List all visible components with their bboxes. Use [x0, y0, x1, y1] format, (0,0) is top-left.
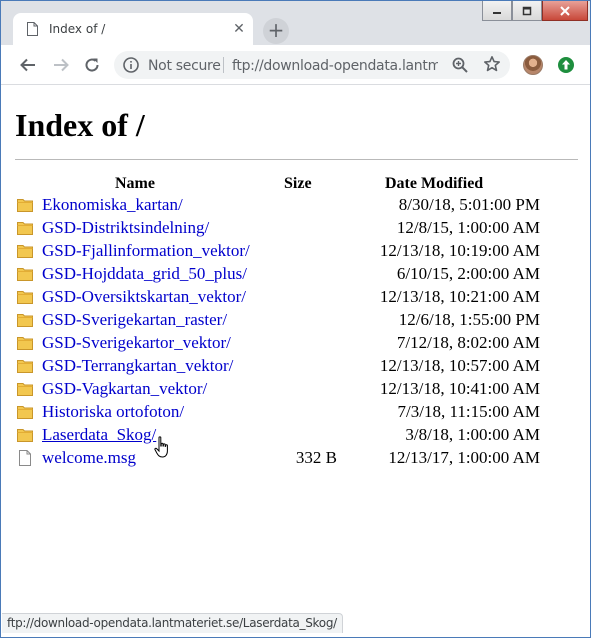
update-arrow-icon[interactable] [556, 55, 576, 75]
close-window-button[interactable] [542, 1, 588, 21]
entry-date: 12/13/18, 10:19:00 AM [379, 241, 540, 260]
new-tab-button[interactable]: + [263, 18, 289, 44]
close-tab-icon[interactable]: ✕ [232, 22, 246, 36]
entry-link[interactable]: Laserdata_Skog/ [42, 425, 156, 445]
tab-active[interactable]: Index of / ✕ [13, 13, 253, 45]
page-content: Index of / Name Size Date Modified Ekono… [1, 86, 590, 637]
profile-avatar[interactable] [523, 55, 543, 75]
list-item: GSD-Fjallinformation_vektor/12/13/18, 10… [15, 240, 555, 263]
folder-icon [17, 404, 33, 420]
entry-date: 7/3/18, 11:15:00 AM [397, 402, 540, 421]
divider [15, 159, 578, 160]
folder-icon [17, 197, 33, 213]
page-title: Index of / [15, 107, 145, 143]
list-item: welcome.msg 332 B 12/13/17, 1:00:00 AM [15, 447, 555, 470]
reload-icon [85, 58, 99, 72]
entry-date: 12/13/18, 10:21:00 AM [379, 287, 540, 306]
forward-arrow-icon [54, 58, 69, 72]
status-bar: ftp://download-opendata.lantmateriet.se/… [2, 613, 343, 633]
folder-icon [17, 358, 33, 374]
list-item: Laserdata_Skog/3/8/18, 1:00:00 AM [15, 424, 555, 447]
folder-icon [17, 243, 33, 259]
window-controls [482, 1, 588, 21]
entry-date: 12/6/18, 1:55:00 PM [398, 310, 540, 329]
divider [223, 57, 224, 73]
column-header-date[interactable]: Date Modified [385, 175, 483, 193]
entry-link[interactable]: GSD-Vagkartan_vektor/ [42, 379, 207, 399]
folder-icon [17, 427, 33, 443]
entry-size: 332 B [295, 448, 337, 467]
file-icon [17, 450, 33, 466]
address-bar[interactable]: Not secure ftp://download-opendata.lantm… [114, 51, 510, 79]
zoom-icon[interactable] [451, 56, 469, 74]
entry-date: 7/12/18, 8:02:00 AM [396, 333, 540, 352]
tab-strip: Index of / ✕ + [1, 1, 590, 45]
info-icon[interactable] [123, 57, 139, 73]
forward-button[interactable] [51, 55, 71, 75]
entry-link[interactable]: GSD-Terrangkartan_vektor/ [42, 356, 233, 376]
tab-title: Index of / [49, 22, 106, 36]
page-icon [27, 22, 38, 36]
reload-button[interactable] [82, 55, 102, 75]
list-item: Historiska ortofoton/7/3/18, 11:15:00 AM [15, 401, 555, 424]
entry-date: 6/10/15, 2:00:00 AM [396, 264, 540, 283]
list-item: GSD-Hojddata_grid_50_plus/6/10/15, 2:00:… [15, 263, 555, 286]
entry-link[interactable]: welcome.msg [42, 448, 136, 468]
list-item: GSD-Distriktsindelning/12/8/15, 1:00:00 … [15, 217, 555, 240]
list-item: GSD-Vagkartan_vektor/12/13/18, 10:41:00 … [15, 378, 555, 401]
entry-link[interactable]: GSD-Sverigekartan_raster/ [42, 310, 227, 330]
folder-icon [17, 381, 33, 397]
column-header-name[interactable]: Name [115, 175, 155, 193]
maximize-button[interactable] [512, 1, 542, 21]
entry-link[interactable]: GSD-Hojddata_grid_50_plus/ [42, 264, 247, 284]
folder-icon [17, 312, 33, 328]
list-item: GSD-Sverigekartan_raster/12/6/18, 1:55:0… [15, 309, 555, 332]
folder-icon [17, 335, 33, 351]
folder-icon [17, 289, 33, 305]
hand-cursor-icon [154, 436, 168, 458]
entry-date: 12/13/18, 10:41:00 AM [379, 379, 540, 398]
entry-link[interactable]: GSD-Fjallinformation_vektor/ [42, 241, 250, 261]
column-header-size[interactable]: Size [284, 175, 312, 193]
browser-toolbar: Not secure ftp://download-opendata.lantm… [1, 45, 590, 85]
url-text[interactable]: ftp://download-opendata.lantm... [232, 58, 438, 74]
entry-date: 12/13/17, 1:00:00 AM [388, 448, 540, 467]
bookmark-star-icon[interactable] [483, 55, 501, 73]
entry-date: 8/30/18, 5:01:00 PM [398, 195, 540, 214]
back-button[interactable] [18, 55, 38, 75]
folder-icon [17, 220, 33, 236]
minimize-button[interactable] [482, 1, 512, 21]
list-item: GSD-Terrangkartan_vektor/12/13/18, 10:57… [15, 355, 555, 378]
back-arrow-icon [20, 58, 35, 72]
entry-date: 12/13/18, 10:57:00 AM [379, 356, 540, 375]
list-item: GSD-Sverigekartor_vektor/7/12/18, 8:02:0… [15, 332, 555, 355]
browser-window: Index of / ✕ + Not secure ftp://download… [0, 0, 591, 638]
entry-link[interactable]: GSD-Distriktsindelning/ [42, 218, 209, 238]
entry-link[interactable]: GSD-Oversiktskartan_vektor/ [42, 287, 246, 307]
entry-date: 3/8/18, 1:00:00 AM [405, 425, 540, 444]
folder-icon [17, 266, 33, 282]
entry-date: 12/8/15, 1:00:00 AM [396, 218, 540, 237]
entry-link[interactable]: GSD-Sverigekartor_vektor/ [42, 333, 231, 353]
entry-link[interactable]: Ekonomiska_kartan/ [42, 195, 183, 215]
security-status[interactable]: Not secure [148, 58, 221, 74]
list-item: Ekonomiska_kartan/8/30/18, 5:01:00 PM [15, 194, 555, 217]
entry-link[interactable]: Historiska ortofoton/ [42, 402, 184, 422]
list-item: GSD-Oversiktskartan_vektor/12/13/18, 10:… [15, 286, 555, 309]
